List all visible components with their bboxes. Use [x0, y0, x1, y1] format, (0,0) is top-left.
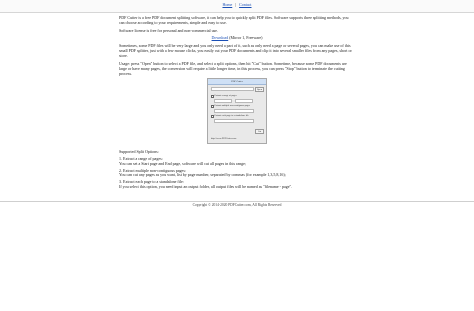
top-navigation-bar: Home | Contact	[0, 0, 474, 13]
start-page-field	[214, 99, 232, 103]
page-list-field	[214, 109, 254, 113]
file-path-field	[211, 87, 254, 91]
license-note: Software license is free for personal an…	[119, 27, 218, 33]
intro-paragraph-1: PDF Cutter is a free PDF document splitt…	[119, 15, 349, 26]
nav-contact-link[interactable]: Contact	[239, 2, 251, 7]
option-3-block: 3. Extract each page to a standalone fil…	[119, 180, 355, 189]
option-3-radio	[211, 115, 214, 118]
end-page-field	[235, 99, 253, 103]
download-line: Download (Mirror 1, Freeware)	[119, 35, 355, 40]
option-2-description: You can cut any pages as you want, list …	[119, 172, 286, 178]
option-2-block: 2. Extract multiple non-contiguous pages…	[119, 168, 355, 178]
output-folder-field	[214, 119, 254, 123]
mirror-note: (Mirror 1, Freeware)	[229, 35, 263, 41]
nav-home-link[interactable]: Home	[222, 2, 232, 7]
app-screenshot: PDF Cutter Open Extract a range of pages…	[207, 78, 267, 144]
option-1-label: Extract a range of pages	[214, 94, 237, 97]
footer-copyright: Copyright © 2014-2020 PDFCutter.com, All…	[192, 203, 282, 207]
cut-button-image: Cut	[255, 129, 264, 134]
intro-paragraph-2: Sometimes, some PDF files will be very l…	[119, 42, 352, 59]
option-3-description: If you select this option, you need inpu…	[119, 183, 293, 189]
split-options-section: Supported Split Options: 1. Extract a ra…	[119, 149, 355, 192]
option-2-label: Extract multiple non-contiguous pages	[214, 104, 251, 107]
option-3-label: Extract each page to a standalone file	[214, 114, 249, 117]
option-1-block: 1. Extract a range of pages: You can set…	[119, 157, 355, 166]
app-status-text: http://www.PDFCutter.com	[211, 138, 237, 140]
open-button-image: Open	[255, 86, 264, 92]
option-1-description: You can set a Start page and End page, s…	[119, 160, 247, 166]
app-window-title: PDF Cutter	[208, 79, 266, 85]
nav-separator: |	[235, 2, 237, 7]
footer-divider	[0, 201, 474, 202]
download-link[interactable]: Download	[212, 35, 229, 40]
options-heading: Supported Split Options:	[119, 149, 159, 154]
option-1-radio	[211, 95, 214, 98]
option-2-radio	[211, 105, 214, 108]
usage-paragraph: Usage: press "Open" button to select a P…	[119, 60, 347, 77]
nav-links: Home | Contact	[0, 2, 474, 8]
intro-section: PDF Cutter is a free PDF document splitt…	[119, 15, 355, 79]
